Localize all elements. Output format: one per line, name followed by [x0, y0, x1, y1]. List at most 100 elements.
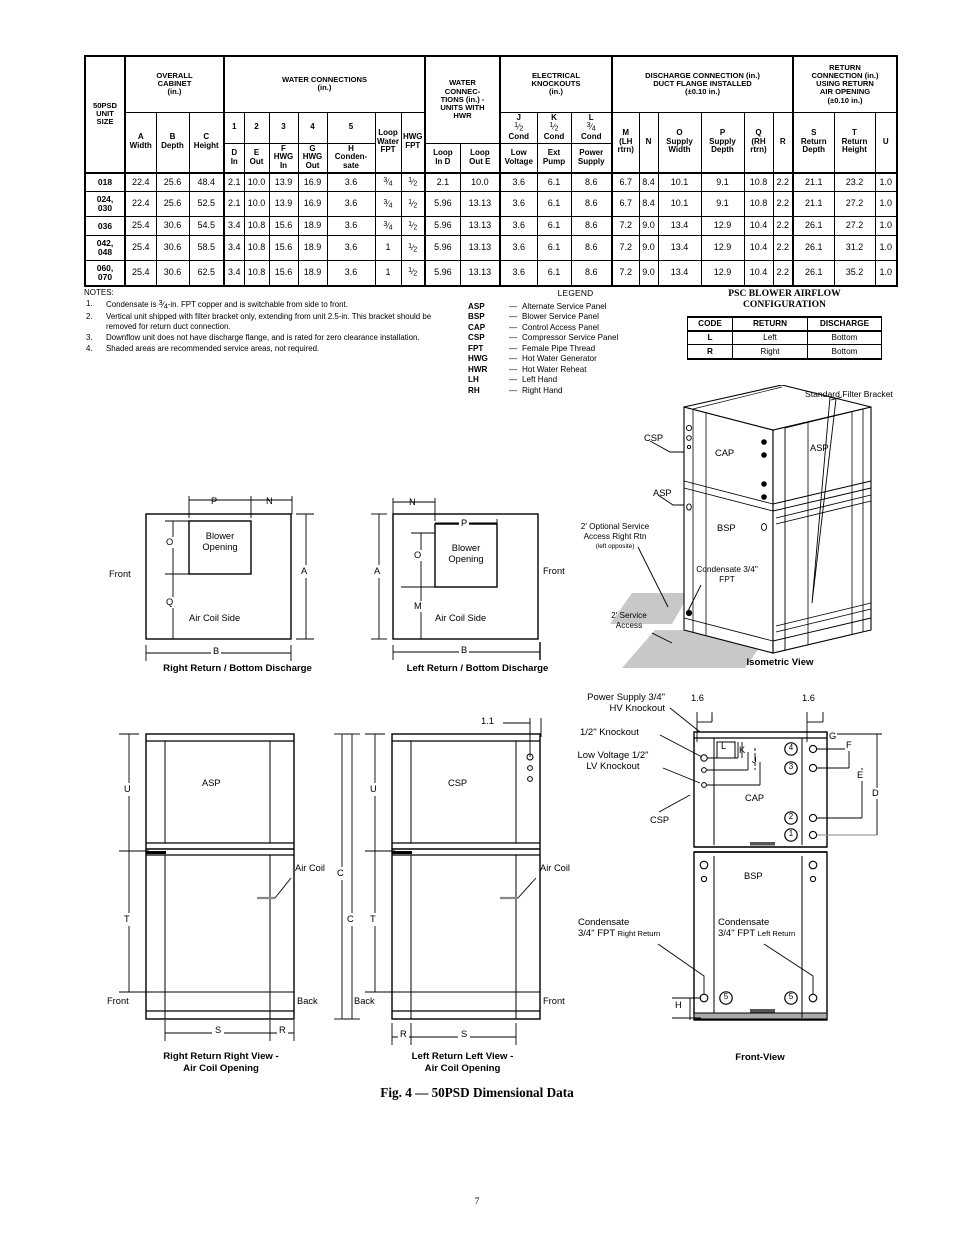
col-L-sub: Power Supply: [570, 142, 613, 174]
cell-O: 13.4: [657, 260, 702, 287]
col-hwr2-sub: Loop Out E: [459, 142, 501, 174]
cell-S: 26.1: [792, 216, 835, 237]
right-return-plan-diagram: P N O Q A B Blower Opening Front Air Coil…: [109, 485, 360, 680]
cell-M: 7.2: [611, 260, 640, 287]
cell-A: 22.4: [124, 171, 157, 193]
cell-hwg-fpt: 1⁄2: [400, 216, 426, 237]
cell-G: 18.9: [297, 216, 328, 237]
dim-label-U: U: [123, 783, 132, 796]
isometric-view-diagram: Standard Filter Bracket CSP ASP CAP ASP …: [560, 385, 952, 680]
col-num-3: 3: [268, 111, 299, 144]
cell-hwr2: 13.13: [459, 216, 501, 237]
cell-A: 25.4: [124, 260, 157, 287]
left-return-left-view-diagram: U T C R S 1.1 CSP Air Coil Back Front Le…: [340, 715, 590, 1085]
note-item: 2. Vertical unit shipped with filter brac…: [84, 312, 464, 333]
note-text: Shaded areas are recommended service are…: [106, 344, 320, 354]
cell-G: 16.9: [297, 191, 328, 218]
cell-Q: 10.4: [743, 216, 774, 237]
cell-H: 3.6: [326, 171, 376, 193]
cell-hwr2: 13.13: [459, 235, 501, 262]
dim-label-P: P: [211, 496, 218, 506]
cell-U: 1.0: [874, 235, 898, 262]
cell-P: 12.9: [700, 260, 745, 287]
psc-row: L Left Bottom: [687, 330, 882, 346]
cell-hwr1: 5.96: [423, 216, 461, 237]
dim-label-B: B: [459, 645, 470, 656]
cell-J: 3.6: [499, 171, 538, 193]
cell-K: 6.1: [536, 191, 572, 218]
col-loop-water-fpt: Loop Water FPT: [374, 111, 402, 174]
dimensional-data-table: 50PSD UNIT SIZE OVERALL CABINET (in.) WA…: [84, 54, 898, 287]
blower-opening-label: Blower Opening: [202, 531, 238, 552]
power-supply-knockout-label: Power Supply 3/4" HV Knockout: [587, 692, 665, 715]
cell-K: 6.1: [536, 260, 572, 287]
cell-M: 6.7: [611, 191, 640, 218]
right-return-plan-svg: [145, 496, 314, 661]
dim-label-H: H: [674, 1000, 683, 1011]
cell-E: 10.8: [243, 260, 270, 287]
callout-5-left: 5: [723, 992, 729, 1001]
cell-B: 25.6: [155, 191, 190, 218]
diagram-caption: Front-View: [735, 1052, 785, 1063]
col-M: M (LH rtrn): [611, 111, 640, 174]
cell-hwr1: 2.1: [423, 171, 461, 193]
dim-label-R: R: [277, 1025, 288, 1036]
dim-label-O: O: [165, 537, 175, 548]
condensate-right-return-label: Condensate 3/4" FPT Right Return: [578, 917, 661, 940]
legend-row: HWG — Hot Water Generator: [468, 354, 597, 364]
dim-label-T: T: [123, 913, 131, 926]
front-label: Front: [107, 996, 129, 1006]
cell-D: 3.4: [223, 216, 245, 237]
cell-F: 15.6: [268, 260, 299, 287]
col-J-sub: Low Voltage: [499, 142, 538, 174]
page-number: 7: [474, 1196, 480, 1207]
cell-unit: 042, 048: [84, 235, 126, 262]
psc-header-row: CODE RETURN DISCHARGE: [687, 315, 882, 332]
cell-Q: 10.8: [743, 171, 774, 193]
diagram-caption: Left Return Left View - Air Coil Opening: [411, 1051, 514, 1074]
cell-O: 10.1: [657, 171, 702, 193]
table-row: 018 22.4 25.6 48.4 2.1 10.0 13.9 16.9 3.…: [84, 171, 898, 193]
dim-label-S: S: [458, 1029, 471, 1040]
dim-label-F: F: [845, 740, 853, 751]
csp-label: CSP: [644, 433, 664, 443]
cell-J: 3.6: [499, 235, 538, 262]
cell-O: 10.1: [657, 191, 702, 218]
callout-5-right: 5: [788, 992, 794, 1001]
cell-hwr1: 5.96: [423, 260, 461, 287]
col-J: J 1⁄2 Cond: [499, 111, 538, 144]
cell-C: 48.4: [188, 171, 225, 193]
cell-hwr2: 13.13: [459, 191, 501, 218]
note-text: Downflow unit does not have discharge fl…: [106, 333, 420, 343]
cell-H: 3.6: [326, 260, 376, 287]
dimensional-data-table-wrapper: 50PSD UNIT SIZE OVERALL CABINET (in.) WA…: [84, 54, 898, 287]
table-row: 042, 048 25.4 30.6 58.5 3.4 10.8 15.6 18.…: [84, 235, 898, 262]
col-F-sub: F HWG In: [268, 142, 299, 174]
dim-label-1-6-right: 1.6: [801, 693, 816, 704]
cell-hwg-fpt: 1⁄2: [400, 260, 426, 287]
dim-label-1-1: 1.1: [480, 716, 495, 727]
cell-L: 8.6: [570, 216, 613, 237]
front-view-diagram: Power Supply 3/4" HV Knockout 1/2" Knocko…: [560, 690, 952, 1090]
callout-2: 2: [788, 812, 794, 821]
cell-A: 22.4: [124, 191, 157, 218]
dim-label-B: B: [211, 646, 222, 657]
dim-label-M: M: [413, 601, 423, 612]
asp-left-label: ASP: [653, 488, 672, 498]
col-num-2: 2: [243, 111, 270, 144]
cell-B: 30.6: [155, 260, 190, 287]
cell-D: 2.1: [223, 191, 245, 218]
cell-U: 1.0: [874, 260, 898, 287]
callout-3: 3: [788, 762, 794, 771]
cell-L: 8.6: [570, 171, 613, 193]
cell-loop-water-fpt: 3⁄4: [374, 171, 402, 193]
cell-P: 9.1: [700, 171, 745, 193]
cell-R: 2.2: [772, 235, 794, 262]
cell-B: 30.6: [155, 216, 190, 237]
cell-loop-water-fpt: 3⁄4: [374, 216, 402, 237]
col-hwg-fpt: HWG FPT: [400, 111, 426, 174]
cell-E: 10.8: [243, 235, 270, 262]
cell-T: 31.2: [833, 235, 876, 262]
psc-row: R Right Bottom: [687, 344, 882, 360]
cell-P: 12.9: [700, 235, 745, 262]
